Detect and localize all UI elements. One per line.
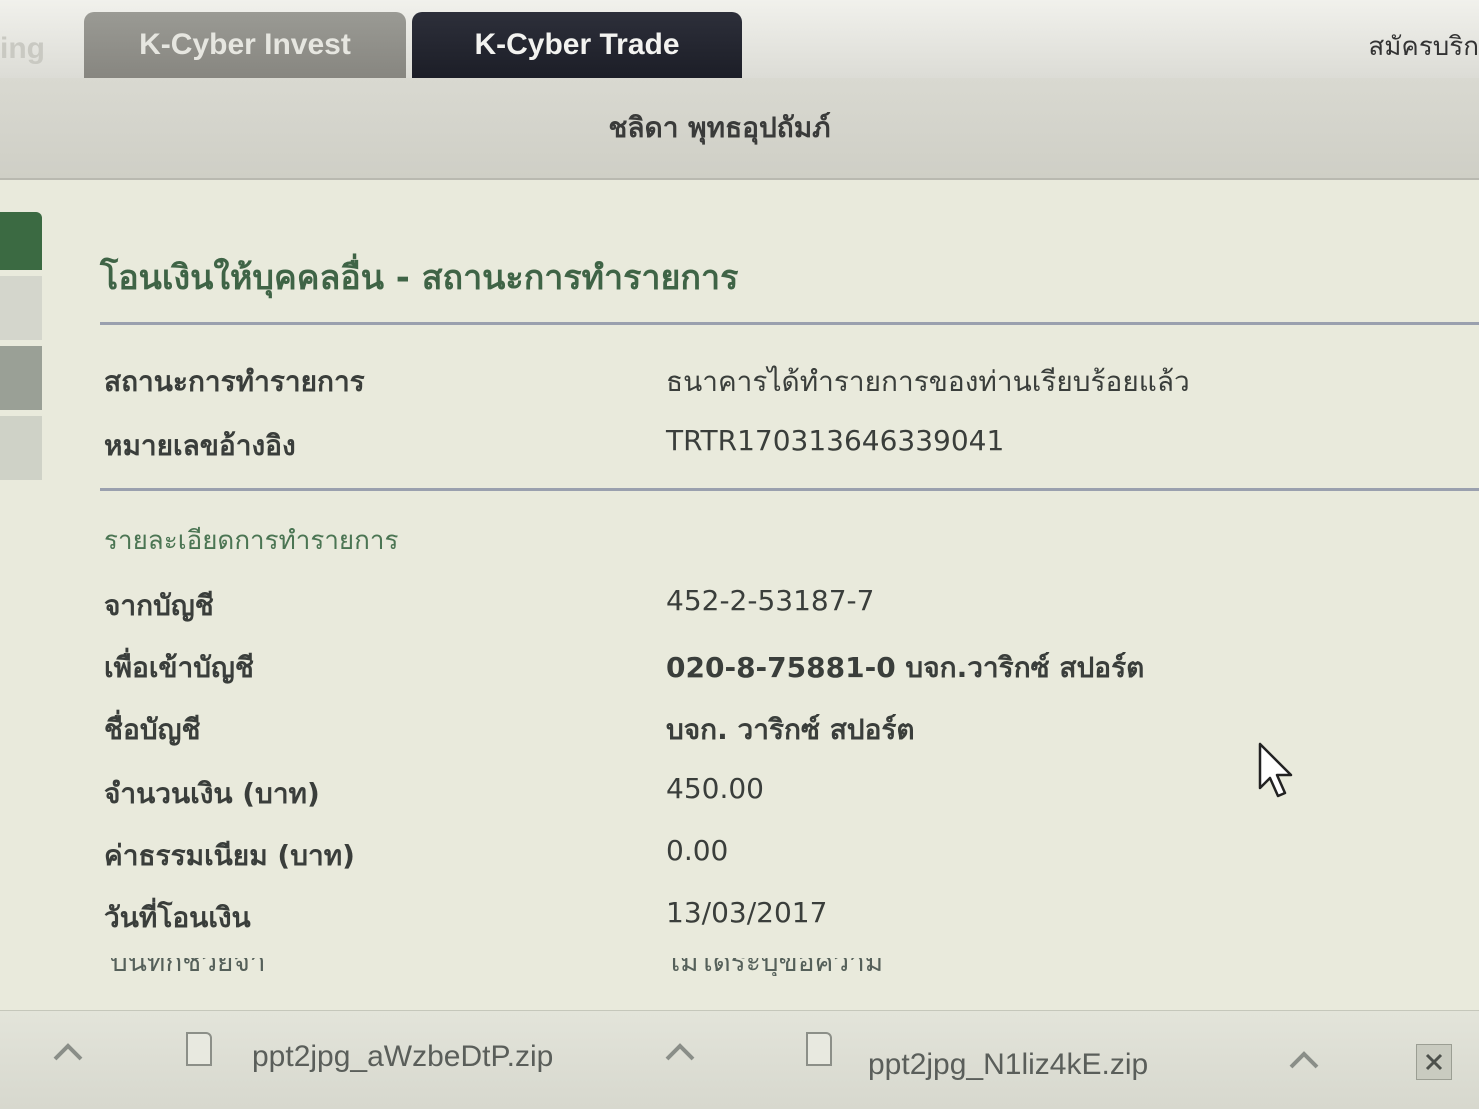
tab-k-cyber-invest[interactable]: K-Cyber Invest <box>84 12 406 78</box>
chevron-up-icon[interactable] <box>1284 1040 1324 1080</box>
top-nav: ing K-Cyber Invest K-Cyber Trade สมัครบร… <box>0 0 1479 78</box>
file-icon <box>806 1032 832 1066</box>
tab-partial[interactable]: ing <box>0 20 80 76</box>
memo-label-cutoff: บันทึกช่วยจำ <box>110 958 280 976</box>
memo-value: ไม่ได้ระบุข้อความ <box>666 958 884 976</box>
tab-k-cyber-trade[interactable]: K-Cyber Trade <box>412 12 742 78</box>
transfer-date-label: วันที่โอนเงิน <box>104 901 251 934</box>
sidebar-item-active[interactable] <box>0 212 42 270</box>
user-bar: ชลิดา พุทธอุปถัมภ์ <box>0 78 1479 180</box>
amount-row: จำนวนเงิน (บาท) 450.00 <box>104 772 1444 812</box>
fee-row: ค่าธรรมเนียม (บาท) 0.00 <box>104 834 1444 874</box>
sidebar-item[interactable] <box>0 416 42 480</box>
divider <box>100 488 1479 491</box>
from-account-value: 452-2-53187-7 <box>666 584 875 617</box>
divider <box>100 322 1479 325</box>
signup-link[interactable]: สมัครบริก <box>1368 26 1479 67</box>
status-label: สถานะการทำรายการ <box>104 365 365 398</box>
mouse-pointer-icon <box>1258 742 1298 806</box>
details-section-title: รายละเอียดการทำรายการ <box>104 526 399 556</box>
account-name-row: ชื่อบัญชี บจก. วาริกซ์ สปอร์ต <box>104 708 1444 748</box>
to-account-value: 020-8-75881-0 บจก.วาริกซ์ สปอร์ต <box>666 651 1145 684</box>
account-name-label: ชื่อบัญชี <box>104 713 201 746</box>
transfer-date-value: 13/03/2017 <box>666 896 828 929</box>
page-title: โอนเงินให้บุคคลอื่น - สถานะการทำรายการ <box>100 258 739 298</box>
reference-label: หมายเลขอ้างอิง <box>104 429 296 462</box>
status-value: ธนาคารได้ทำรายการของท่านเรียบร้อยแล้ว <box>666 365 1190 398</box>
amount-value: 450.00 <box>666 772 764 805</box>
reference-row: หมายเลขอ้างอิง TRTR170313646339041 <box>104 424 1444 464</box>
from-account-row: จากบัญชี 452-2-53187-7 <box>104 584 1444 624</box>
close-icon[interactable] <box>1416 1044 1452 1080</box>
fee-value: 0.00 <box>666 834 729 867</box>
amount-label: จำนวนเงิน (บาท) <box>104 777 320 810</box>
memo-value-cutoff: ไม่ได้ระบุข้อความ <box>666 958 916 976</box>
transfer-date-row: วันที่โอนเงิน 13/03/2017 <box>104 896 1444 936</box>
chevron-up-icon[interactable] <box>48 1032 88 1072</box>
sidebar-item[interactable] <box>0 276 42 340</box>
download-item-2[interactable]: ppt2jpg_N1liz4kE.zip <box>868 1048 1148 1082</box>
download-item-1[interactable]: ppt2jpg_aWzbeDtP.zip <box>252 1040 553 1074</box>
status-row: สถานะการทำรายการ ธนาคารได้ทำรายการของท่า… <box>104 360 1444 400</box>
download-bar <box>0 1010 1479 1109</box>
sidebar-item[interactable] <box>0 346 42 410</box>
reference-value: TRTR170313646339041 <box>666 424 1005 457</box>
fee-label: ค่าธรรมเนียม (บาท) <box>104 839 355 872</box>
user-name: ชลิดา พุทธอุปถัมภ์ <box>608 111 831 144</box>
to-account-row: เพื่อเข้าบัญชี 020-8-75881-0 บจก.วาริกซ์… <box>104 646 1444 686</box>
to-account-label: เพื่อเข้าบัญชี <box>104 651 254 684</box>
account-name-value: บจก. วาริกซ์ สปอร์ต <box>666 713 915 746</box>
file-icon <box>186 1032 212 1066</box>
chevron-up-icon[interactable] <box>660 1032 700 1072</box>
memo-label: บันทึกช่วยจำ <box>110 958 266 976</box>
from-account-label: จากบัญชี <box>104 589 214 622</box>
